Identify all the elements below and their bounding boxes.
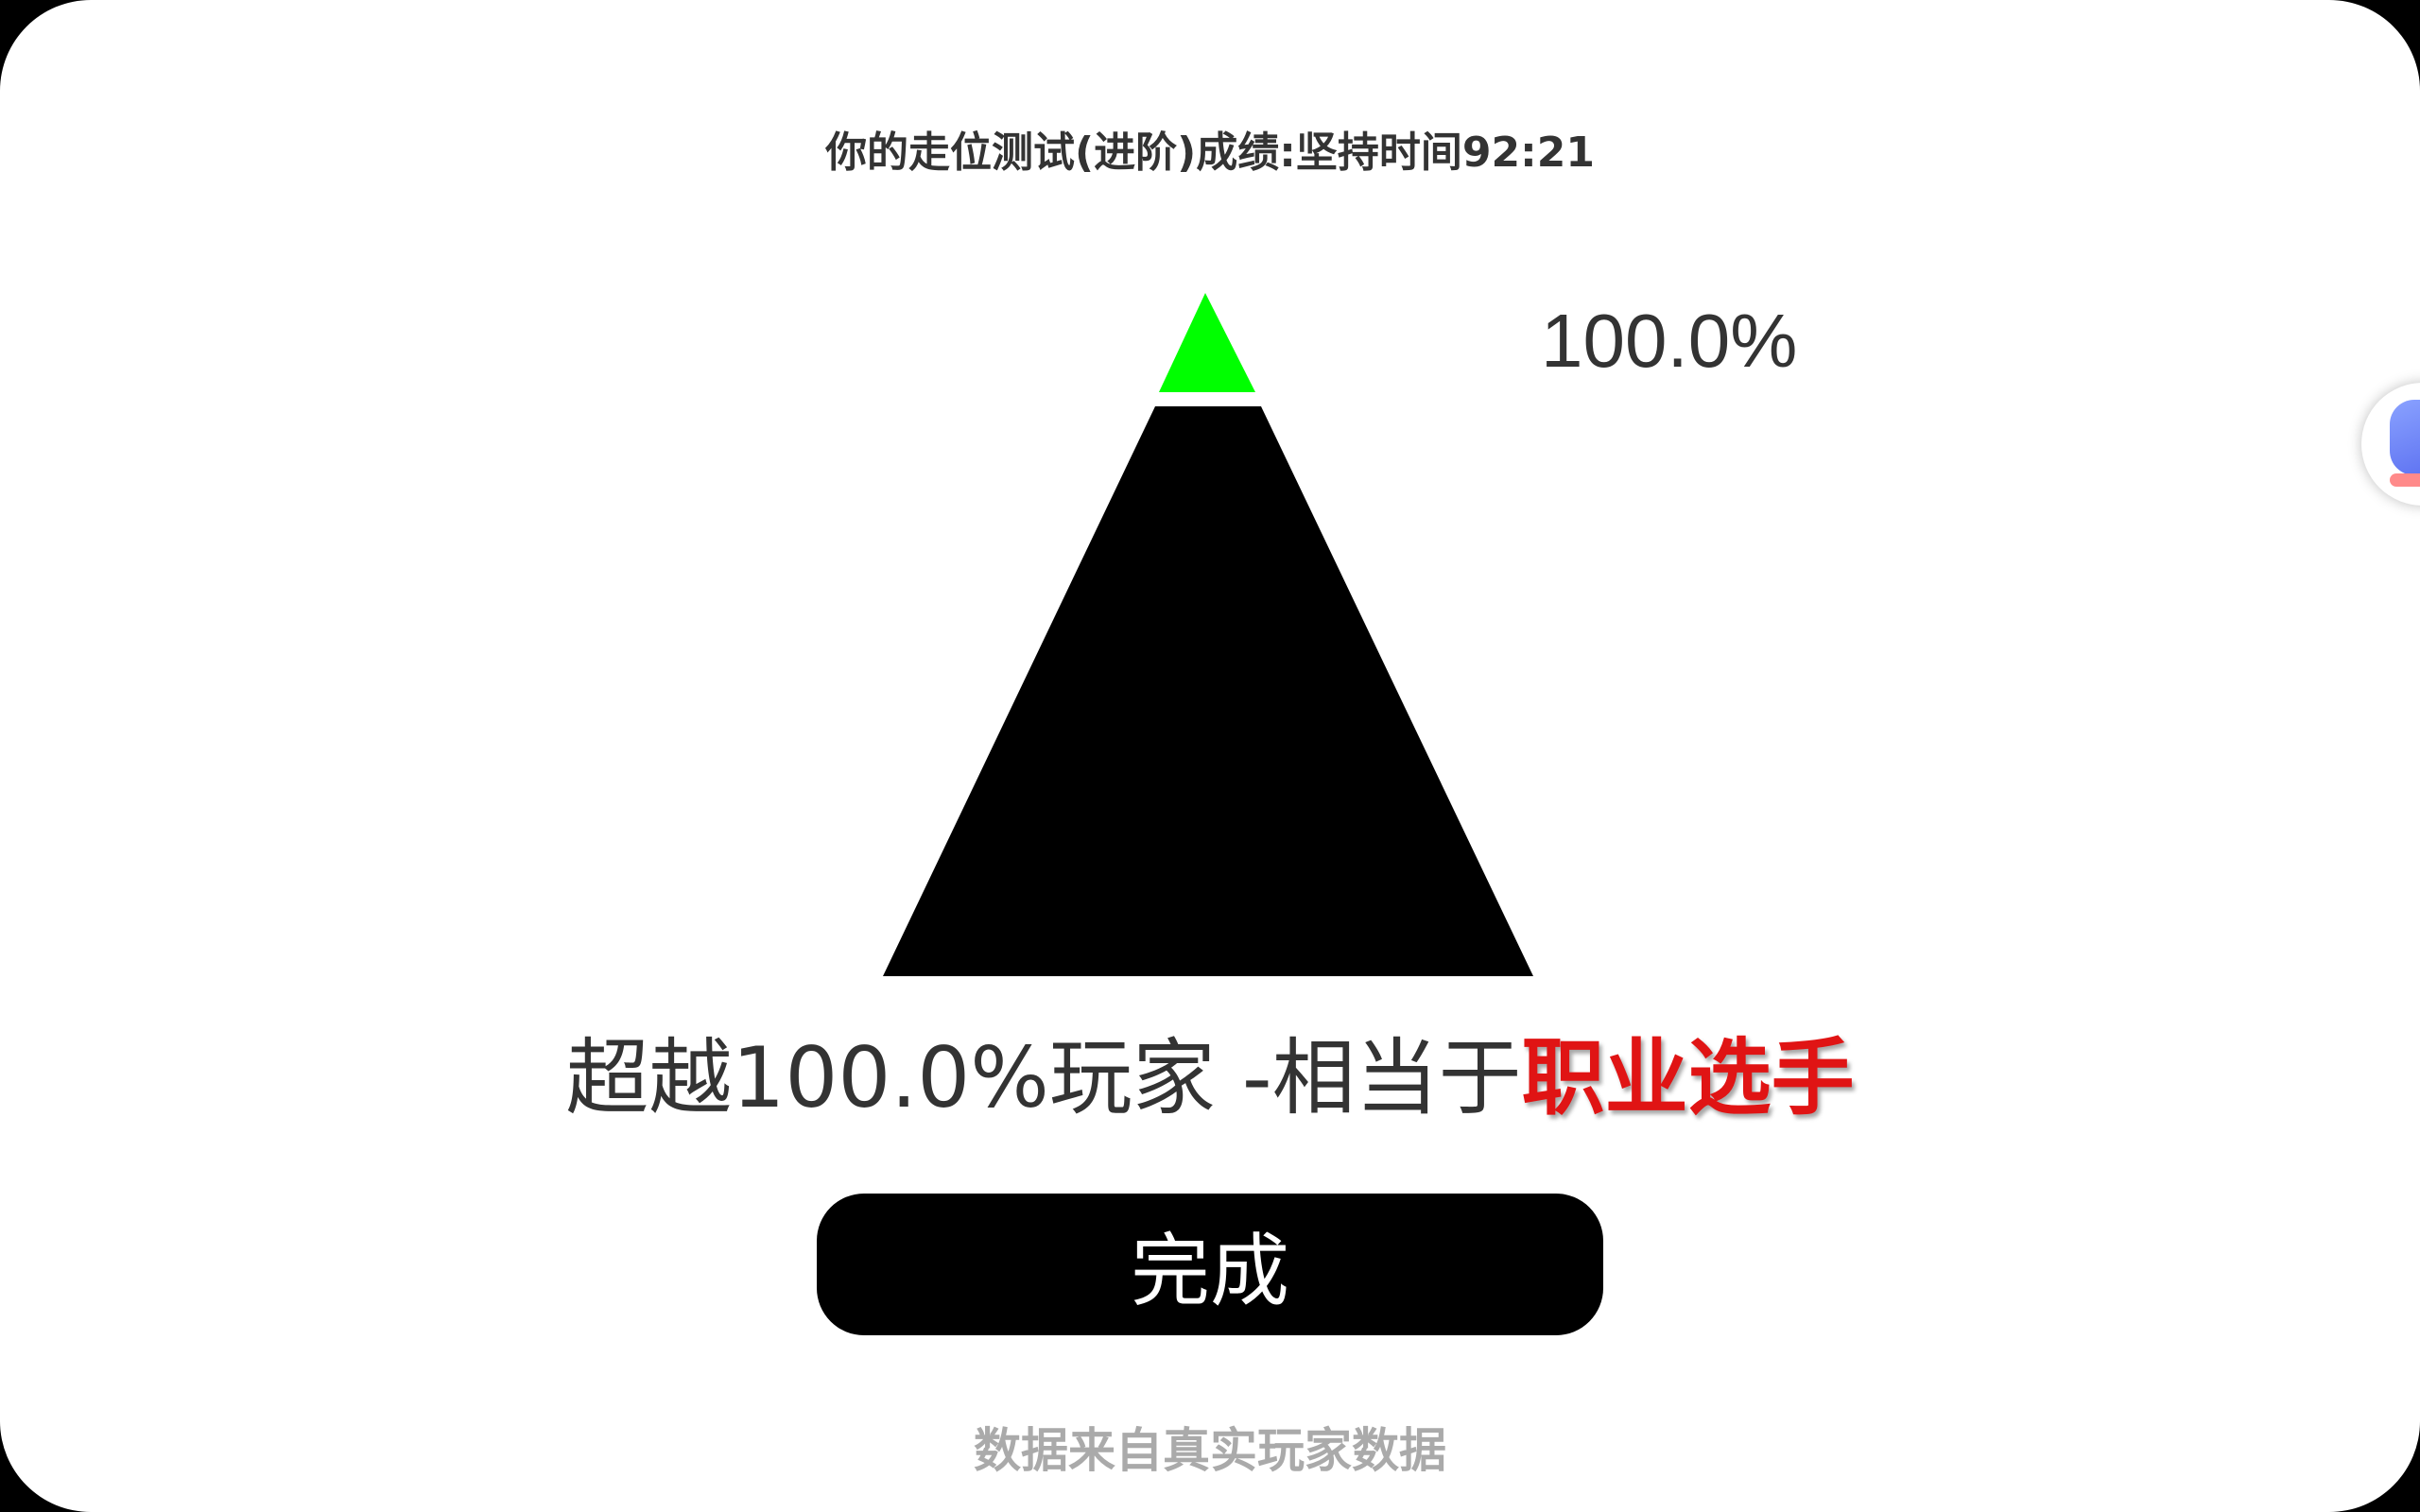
result-prefix: 超越100.0%玩家 -相当于 <box>565 1029 1522 1126</box>
assistant-bubble-icon <box>2390 400 2420 475</box>
assistant-badge-icon <box>2390 473 2420 487</box>
floating-assistant-icon[interactable] <box>2361 383 2420 506</box>
data-source-note: 数据来自真实玩家数据 <box>974 1423 1446 1478</box>
result-summary: 超越100.0%玩家 -相当于职业选手 <box>0 1011 2420 1131</box>
done-button[interactable]: 完成 <box>817 1194 1603 1335</box>
pyramid-peak <box>1159 293 1255 392</box>
page-title: 你的走位测试(进阶)成绩:坚持时间92:21 <box>825 129 1595 177</box>
rank-title: 职业选手 <box>1521 1029 1855 1126</box>
result-screen: 你的走位测试(进阶)成绩:坚持时间92:21 100.0% 超越100.0%玩家… <box>0 0 2420 1512</box>
pyramid-base <box>883 406 1533 976</box>
percentile-label: 100.0% <box>1541 299 1798 383</box>
rank-pyramid <box>883 293 1533 976</box>
